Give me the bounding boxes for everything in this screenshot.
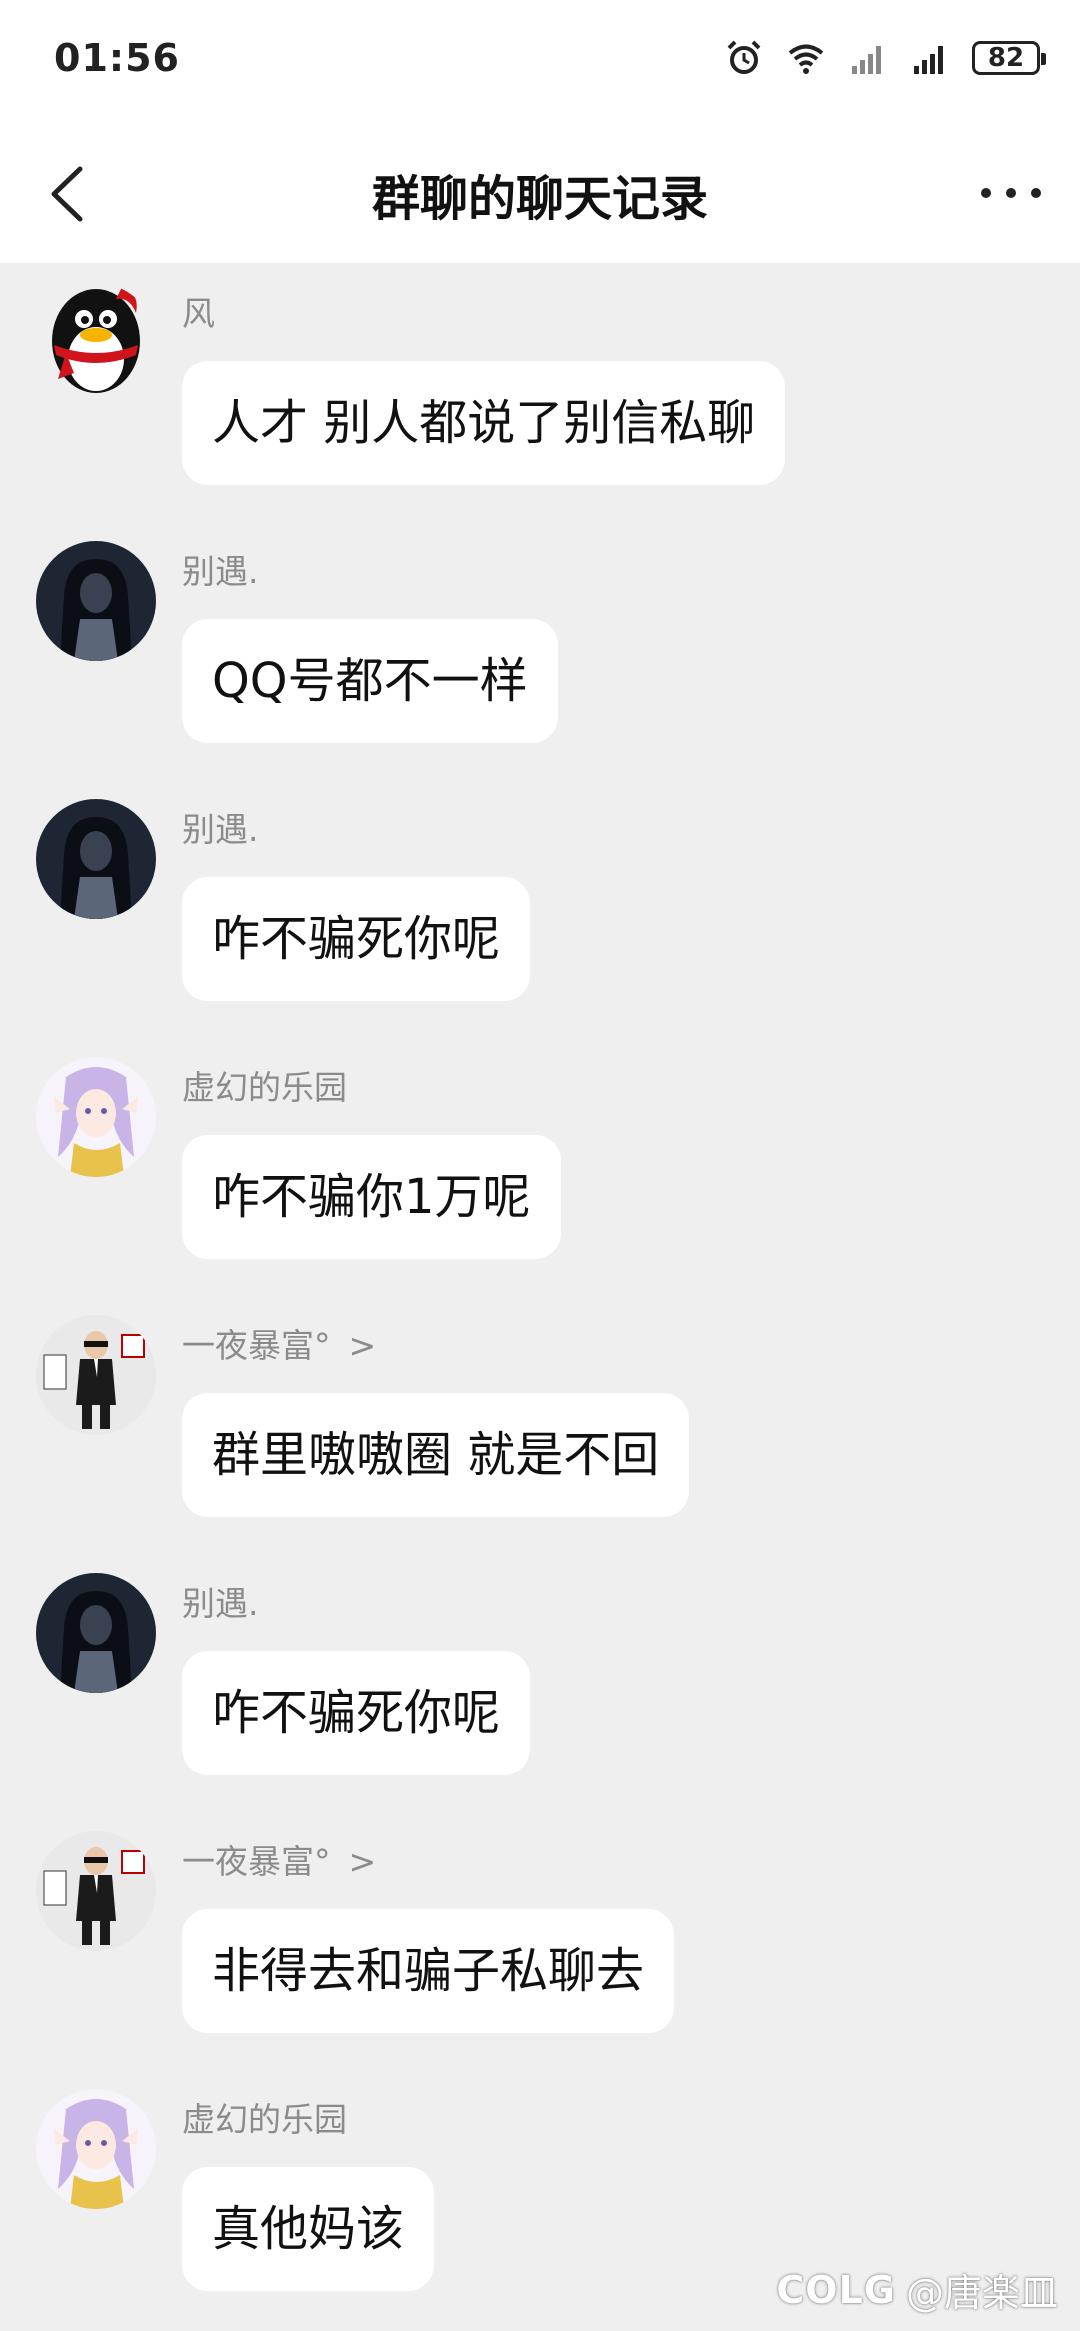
signal-icon bbox=[852, 46, 881, 74]
hooded-figure-avatar-icon bbox=[36, 1573, 156, 1693]
elf-girl-avatar-icon bbox=[36, 2089, 156, 2209]
top-bar: 群聊的聊天记录 bbox=[0, 125, 1080, 263]
more-icon[interactable] bbox=[976, 163, 1046, 223]
sender-name[interactable]: 一夜暴富° > bbox=[182, 1319, 376, 1367]
chat-history[interactable]: 风 人才 别人都说了别信私聊 别遇. QQ号都不一样 别遇. 咋不骗死你呢 虚幻… bbox=[0, 263, 1080, 2331]
watermark-handle: @唐楽皿 bbox=[905, 2271, 1058, 2315]
message-bubble[interactable]: 咋不骗死你呢 bbox=[182, 877, 531, 1001]
avatar[interactable] bbox=[36, 1573, 156, 1693]
alarm-icon bbox=[727, 40, 761, 74]
sender-name[interactable]: 虚幻的乐园 bbox=[182, 2093, 365, 2141]
sender-name[interactable]: 虚幻的乐园 bbox=[182, 1061, 365, 1109]
avatar[interactable] bbox=[36, 1831, 156, 1951]
sender-name[interactable]: 别遇. bbox=[182, 1577, 277, 1625]
elf-girl-avatar-icon bbox=[36, 1057, 156, 1177]
message-bubble[interactable]: 人才 别人都说了别信私聊 bbox=[182, 361, 786, 485]
status-time: 01:56 bbox=[54, 36, 180, 80]
watermark-logo: COLG bbox=[776, 2267, 896, 2312]
status-bar: 01:56 82 bbox=[0, 0, 1080, 125]
avatar[interactable] bbox=[36, 283, 156, 403]
hooded-figure-avatar-icon bbox=[36, 799, 156, 919]
hooded-figure-avatar-icon bbox=[36, 541, 156, 661]
signal-icon bbox=[914, 46, 943, 74]
sender-name[interactable]: 别遇. bbox=[182, 545, 277, 593]
sender-name[interactable]: 别遇. bbox=[182, 803, 277, 851]
page-title: 群聊的聊天记录 bbox=[371, 171, 708, 227]
suit-man-avatar-icon bbox=[36, 1315, 156, 1435]
sender-name[interactable]: 一夜暴富° > bbox=[182, 1835, 376, 1883]
message-bubble[interactable]: 非得去和骗子私聊去 bbox=[182, 1909, 675, 2033]
message-bubble[interactable]: 咋不骗你1万呢 bbox=[182, 1135, 561, 1259]
avatar[interactable] bbox=[36, 799, 156, 919]
wifi-icon bbox=[788, 44, 824, 74]
status-icons: 82 bbox=[724, 38, 1046, 78]
battery-indicator: 82 bbox=[972, 41, 1046, 75]
avatar[interactable] bbox=[36, 2089, 156, 2209]
avatar[interactable] bbox=[36, 1057, 156, 1177]
message-bubble[interactable]: 真他妈该 bbox=[182, 2167, 435, 2291]
battery-level: 82 bbox=[987, 43, 1025, 73]
watermark: COLG @唐楽皿 bbox=[776, 2262, 1058, 2317]
message-bubble[interactable]: 咋不骗死你呢 bbox=[182, 1651, 531, 1775]
sender-name[interactable]: 风 bbox=[182, 287, 233, 335]
suit-man-avatar-icon bbox=[36, 1831, 156, 1951]
message-bubble[interactable]: 群里嗷嗷圈 就是不回 bbox=[182, 1393, 690, 1517]
avatar[interactable] bbox=[36, 1315, 156, 1435]
penguin-avatar-icon bbox=[36, 283, 156, 403]
avatar[interactable] bbox=[36, 541, 156, 661]
message-bubble[interactable]: QQ号都不一样 bbox=[182, 619, 558, 743]
